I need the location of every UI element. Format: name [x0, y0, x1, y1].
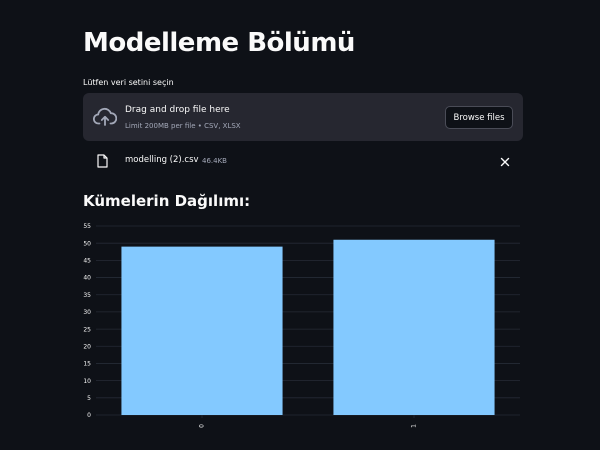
y-tick-label: 15 — [83, 361, 91, 368]
y-tick-label: 20 — [83, 343, 91, 350]
x-tick-label: 1 — [411, 424, 418, 428]
close-icon[interactable] — [497, 154, 513, 170]
uploaded-file-size: 46.4KB — [202, 156, 227, 165]
bar — [333, 239, 495, 415]
y-tick-label: 5 — [87, 395, 91, 402]
cloud-upload-icon — [93, 107, 117, 126]
page-title: Modelleme Bölümü — [83, 28, 355, 58]
bar — [121, 246, 283, 415]
y-tick-label: 55 — [83, 223, 91, 230]
section-title: Kümelerin Dağılımı: — [83, 192, 251, 210]
y-tick-label: 35 — [83, 292, 91, 299]
y-tick-label: 10 — [83, 378, 91, 385]
y-tick-label: 25 — [83, 326, 91, 333]
bar-chart: 0 5 10 15 20 25 30 35 40 45 50 55 0 1 — [83, 223, 520, 428]
uploaded-file-name: modelling (2).csv — [125, 155, 199, 165]
file-icon — [97, 154, 108, 168]
y-tick-label: 45 — [83, 258, 91, 265]
browse-files-button[interactable]: Browse files — [445, 106, 513, 129]
file-dropzone[interactable]: Drag and drop file here Limit 200MB per … — [83, 93, 523, 141]
x-tick-label: 0 — [199, 424, 206, 428]
y-tick-label: 30 — [83, 309, 91, 316]
uploaded-file-row: modelling (2).csv 46.4KB — [83, 150, 523, 172]
uploader-label: Lütfen veri setini seçin — [83, 78, 174, 87]
dropzone-instructions: Drag and drop file here — [125, 105, 230, 115]
app-page: Modelleme Bölümü Lütfen veri setini seçi… — [0, 0, 600, 450]
y-tick-label: 40 — [83, 275, 91, 282]
y-tick-label: 0 — [87, 412, 91, 419]
dropzone-limit-text: Limit 200MB per file • CSV, XLSX — [125, 122, 241, 130]
y-tick-label: 50 — [83, 240, 91, 247]
